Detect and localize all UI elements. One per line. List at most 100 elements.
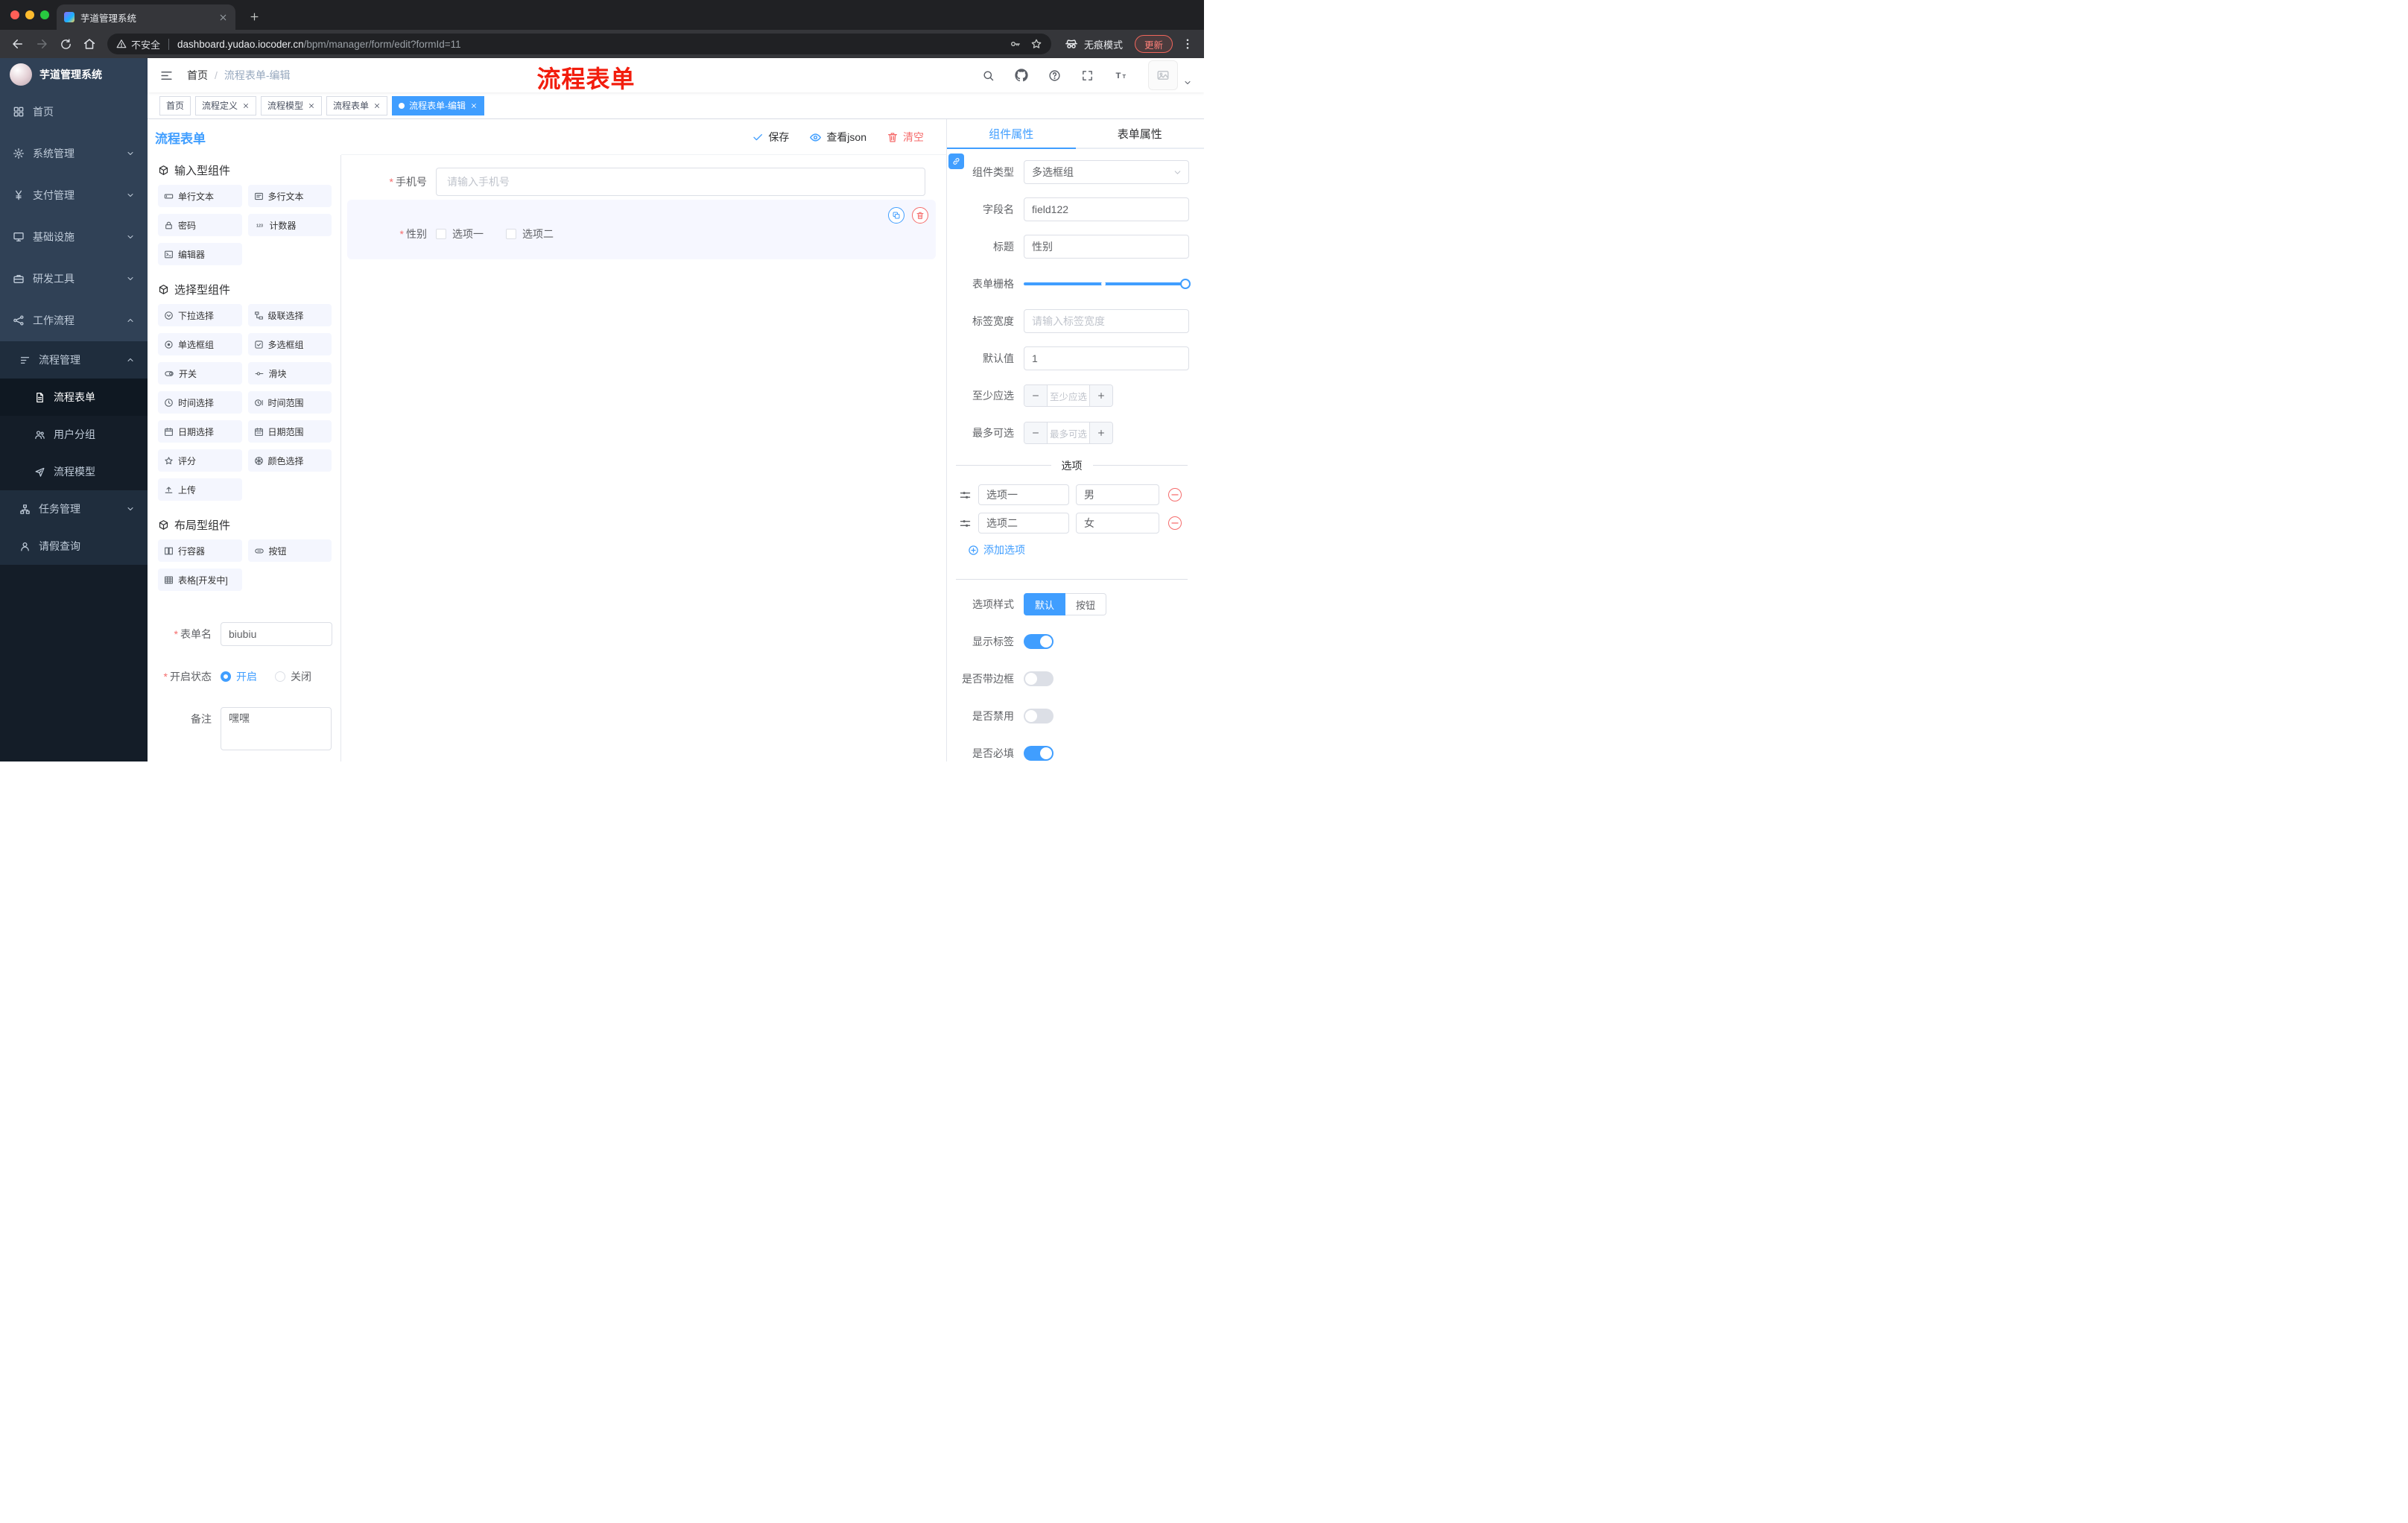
collapse-sidebar-icon[interactable] (159, 69, 174, 83)
help-icon[interactable] (1048, 69, 1061, 82)
remove-option-button[interactable] (1168, 488, 1182, 501)
duplicate-field-button[interactable] (888, 207, 904, 224)
browser-menu-icon[interactable] (1179, 35, 1197, 53)
palette-item-color-picker[interactable]: 颜色选择 (247, 449, 332, 472)
browser-update-button[interactable]: 更新 (1134, 35, 1173, 53)
password-key-icon[interactable] (1010, 38, 1021, 50)
sidebar-item-leave-query[interactable]: 请假查询 (0, 528, 148, 565)
tag-process-form-edit[interactable]: 流程表单-编辑 (392, 95, 485, 115)
drag-handle-icon[interactable] (959, 517, 972, 530)
avatar[interactable] (1148, 60, 1178, 90)
grid-slider[interactable] (1024, 279, 1191, 289)
palette-item-rate[interactable]: 评分 (158, 449, 242, 472)
increase-button[interactable] (1090, 385, 1112, 406)
label-width-input[interactable] (1024, 309, 1189, 333)
security-chip[interactable]: 不安全 (116, 37, 160, 51)
gender-option-2-checkbox[interactable]: 选项二 (506, 227, 554, 241)
title-input[interactable] (1024, 235, 1189, 259)
palette-item-date-range[interactable]: 日期范围 (247, 420, 332, 443)
palette-item-cascader[interactable]: 级联选择 (247, 304, 332, 326)
palette-item-radio-group[interactable]: 单选框组 (158, 333, 242, 355)
sidebar-item-system[interactable]: 系统管理 (0, 133, 148, 174)
min-select-stepper[interactable]: 至少应选 (1024, 384, 1113, 407)
sidebar-item-home[interactable]: 首页 (0, 91, 148, 133)
field-name-input[interactable] (1024, 197, 1189, 221)
palette-item-checkbox-group[interactable]: 多选框组 (247, 333, 332, 355)
palette-item-editor[interactable]: 编辑器 (158, 243, 242, 265)
sidebar-item-user-groups[interactable]: 用户分组 (0, 416, 148, 453)
tag-close-icon[interactable] (470, 102, 478, 110)
palette-item-upload[interactable]: 上传 (158, 478, 242, 501)
font-size-icon[interactable] (1114, 69, 1129, 82)
tab-close-icon[interactable] (218, 13, 228, 22)
sidebar-item-process-form[interactable]: 流程表单 (0, 379, 148, 416)
delete-field-button[interactable] (912, 207, 928, 224)
palette-item-multi-line-text[interactable]: 多行文本 (247, 185, 332, 207)
sidebar-item-process-management[interactable]: 流程管理 (0, 341, 148, 379)
new-tab-button[interactable] (244, 7, 264, 26)
search-icon[interactable] (982, 69, 995, 82)
add-option-button[interactable]: 添加选项 (968, 540, 1204, 560)
fullscreen-icon[interactable] (1081, 69, 1094, 82)
sidebar-item-payment[interactable]: 支付管理 (0, 174, 148, 216)
clear-button[interactable]: 清空 (887, 130, 924, 145)
border-toggle[interactable] (1024, 671, 1054, 686)
form-name-input[interactable] (221, 622, 332, 646)
default-value-input[interactable] (1024, 346, 1189, 370)
palette-item-switch[interactable]: 开关 (158, 362, 242, 384)
tag-close-icon[interactable] (373, 102, 381, 110)
user-menu[interactable] (1148, 60, 1192, 91)
style-button-button[interactable]: 按钮 (1065, 593, 1107, 615)
tag-close-icon[interactable] (242, 102, 250, 110)
option-name-input[interactable] (978, 484, 1069, 505)
tag-process-form[interactable]: 流程表单 (326, 95, 388, 115)
remark-textarea[interactable]: 嘿嘿 (221, 707, 332, 750)
remove-option-button[interactable] (1168, 516, 1182, 530)
sidebar-item-task-management[interactable]: 任务管理 (0, 490, 148, 528)
palette-item-single-line-text[interactable]: 单行文本 (158, 185, 242, 207)
option-value-input[interactable] (1076, 484, 1159, 505)
tag-process-model[interactable]: 流程模型 (261, 95, 323, 115)
browser-tab[interactable]: 芋道管理系统 (57, 4, 235, 30)
forward-icon[interactable] (31, 34, 52, 54)
status-on-radio[interactable]: 开启 (221, 669, 257, 684)
doc-link-button[interactable] (948, 153, 964, 169)
tag-close-icon[interactable] (308, 102, 315, 110)
increase-button[interactable] (1090, 422, 1112, 443)
phone-field-input[interactable] (436, 168, 925, 196)
sidebar-logo[interactable]: 芋道管理系统 (0, 58, 148, 91)
required-toggle[interactable] (1024, 746, 1054, 761)
view-json-button[interactable]: 查看json (809, 130, 866, 145)
zoom-window-button[interactable] (40, 10, 49, 19)
gender-option-1-checkbox[interactable]: 选项一 (436, 227, 484, 241)
palette-item-table[interactable]: 表格[开发中] (158, 569, 242, 591)
minimize-window-button[interactable] (25, 10, 34, 19)
max-select-stepper[interactable]: 最多可选 (1024, 422, 1113, 444)
field-gender-selected[interactable]: 性别 选项一 选项二 (347, 200, 936, 259)
disabled-toggle[interactable] (1024, 709, 1054, 723)
option-value-input[interactable] (1076, 513, 1159, 533)
sidebar-item-dev-tools[interactable]: 研发工具 (0, 258, 148, 300)
decrease-button[interactable] (1024, 385, 1047, 406)
palette-item-select[interactable]: 下拉选择 (158, 304, 242, 326)
option-name-input[interactable] (978, 513, 1069, 533)
bookmark-star-icon[interactable] (1030, 38, 1042, 50)
reload-icon[interactable] (55, 34, 76, 54)
address-bar[interactable]: 不安全 dashboard.yudao.iocoder.cn/bpm/manag… (107, 34, 1051, 54)
sidebar-item-workflow[interactable]: 工作流程 (0, 300, 148, 341)
palette-item-date-picker[interactable]: 日期选择 (158, 420, 242, 443)
status-off-radio[interactable]: 关闭 (275, 669, 311, 684)
show-label-toggle[interactable] (1024, 634, 1054, 649)
tag-home[interactable]: 首页 (159, 95, 191, 115)
decrease-button[interactable] (1024, 422, 1047, 443)
tab-component-props[interactable]: 组件属性 (947, 119, 1076, 148)
palette-item-row-container[interactable]: 行容器 (158, 539, 242, 562)
palette-item-password[interactable]: 密码 (158, 214, 242, 236)
breadcrumb-home[interactable]: 首页 (187, 68, 208, 83)
palette-item-button[interactable]: 按钮 (247, 539, 332, 562)
palette-item-time-picker[interactable]: 时间选择 (158, 391, 242, 414)
design-canvas[interactable]: 手机号 性别 选项一 选项二 (341, 155, 946, 762)
min-select-value[interactable]: 至少应选 (1047, 385, 1090, 406)
tab-form-props[interactable]: 表单属性 (1076, 119, 1205, 148)
component-type-select[interactable]: 多选框组 (1024, 160, 1189, 184)
